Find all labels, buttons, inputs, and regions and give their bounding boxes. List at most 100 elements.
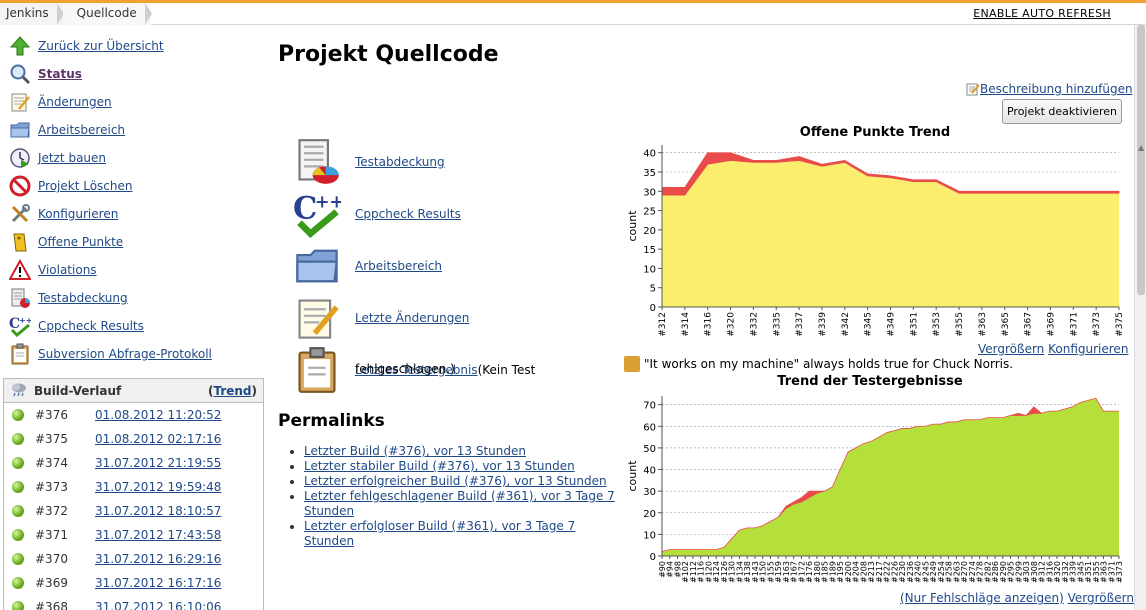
project-action-link[interactable]: Cppcheck Results: [355, 207, 461, 221]
build-date-link[interactable]: 31.07.2012 16:29:16: [95, 552, 221, 566]
build-date-link[interactable]: 31.07.2012 18:10:57: [95, 504, 221, 518]
sidebar-item-label[interactable]: Offene Punkte: [38, 235, 123, 249]
folder-icon[interactable]: [8, 118, 32, 142]
permalink-link[interactable]: Letzter stabiler Build (#376), vor 13 St…: [304, 459, 575, 473]
sidebar-item-label[interactable]: Arbeitsbereich: [38, 123, 125, 137]
enable-auto-refresh-link[interactable]: ENABLE AUTO REFRESH: [973, 7, 1111, 20]
no-entry-icon[interactable]: [8, 174, 32, 198]
open-items-trend-chart[interactable]: 0 5 10 15 20 25 30 35 40 #312 #314 #316 #320 #332 #335…: [624, 142, 1125, 342]
sidebar-item-label[interactable]: Änderungen: [38, 95, 112, 109]
breadcrumb-jenkins[interactable]: Jenkins: [0, 3, 64, 25]
permalink-item: Letzter erfolgloser Build (#361), vor 3 …: [304, 519, 624, 549]
sidebar-item-label[interactable]: Status: [38, 67, 82, 81]
svg-text:C: C: [293, 190, 317, 226]
chart2-enlarge-link[interactable]: Vergrößern: [1068, 591, 1134, 605]
sidebar-item-label[interactable]: Konfigurieren: [38, 207, 118, 221]
permalink-link[interactable]: Letzter erfolgloser Build (#361), vor 3 …: [304, 519, 575, 548]
sidebar-item[interactable]: Zurück zur Übersicht: [0, 32, 265, 60]
build-date-link[interactable]: 01.08.2012 02:17:16: [95, 432, 221, 446]
permalink-link[interactable]: Letzter Build (#376), vor 13 Stunden: [304, 444, 526, 458]
vertical-scrollbar[interactable]: ▲: [1134, 25, 1146, 610]
project-action-note: fehlgeschlagen.): [355, 362, 455, 376]
x-tick-label: #373: [1115, 561, 1124, 583]
permalink-link[interactable]: Letzter fehlgeschlagener Build (#361), v…: [304, 489, 615, 518]
clipboard-icon[interactable]: [293, 346, 341, 394]
build-number: #373: [35, 480, 68, 494]
edit-description-icon: [966, 83, 980, 96]
chart2-links: (Nur Fehlschläge anzeigen) Vergrößern: [900, 591, 1134, 605]
sidebar-item[interactable]: Konfigurieren: [0, 200, 265, 228]
add-description[interactable]: Beschreibung hinzufügen: [966, 82, 1133, 96]
svg-text:++: ++: [315, 192, 341, 212]
x-tick-label: #314: [681, 312, 691, 337]
scrollbar-thumb[interactable]: [1137, 25, 1145, 295]
sidebar-item[interactable]: Subversion Abfrage-Protokoll: [0, 340, 265, 368]
deactivate-project-button[interactable]: Projekt deaktivieren: [1002, 99, 1122, 124]
sidebar-item[interactable]: Jetzt bauen: [0, 144, 265, 172]
build-number: #376: [35, 408, 68, 422]
build-date-link[interactable]: 31.07.2012 16:17:16: [95, 576, 221, 590]
clipboard-icon[interactable]: [8, 342, 32, 366]
sidebar-item[interactable]: Violations: [0, 256, 265, 284]
build-date-link[interactable]: 31.07.2012 17:43:58: [95, 528, 221, 542]
sidebar-item-label[interactable]: Testabdeckung: [38, 291, 128, 305]
build-number: #374: [35, 456, 68, 470]
coverage-report-icon[interactable]: [293, 138, 341, 186]
clock-play-icon[interactable]: [8, 146, 32, 170]
sidebar-item-label[interactable]: Projekt Löschen: [38, 179, 132, 193]
x-tick-label: #367: [1024, 312, 1034, 337]
chart1-enlarge-link[interactable]: Vergrößern: [978, 342, 1044, 356]
test-results-trend-chart[interactable]: 010203040506070#90#94#98#102#112#116#120…: [624, 392, 1124, 592]
sidebar-item[interactable]: Änderungen: [0, 88, 265, 116]
coverage-icon[interactable]: [8, 286, 32, 310]
chart1-title: Offene Punkte Trend: [799, 125, 951, 140]
build-number: #372: [35, 504, 68, 518]
weather-icon: [10, 381, 28, 400]
cpp-check-icon[interactable]: C++: [293, 190, 344, 239]
tag-icon[interactable]: [8, 230, 32, 254]
y-tick-label: 70: [643, 401, 656, 412]
sidebar-item[interactable]: Testabdeckung: [0, 284, 265, 312]
breadcrumb-quellcode[interactable]: Quellcode: [62, 3, 152, 25]
sidebar-item[interactable]: Status: [0, 60, 265, 88]
chart2-failures-only-link[interactable]: (Nur Fehlschläge anzeigen): [900, 591, 1064, 605]
success-ball-icon: [12, 481, 24, 493]
sidebar-item-label[interactable]: Cppcheck Results: [38, 319, 144, 333]
add-description-link[interactable]: Beschreibung hinzufügen: [980, 82, 1133, 96]
build-date-link[interactable]: 31.07.2012 19:59:48: [95, 480, 221, 494]
x-tick-label: #353: [932, 312, 942, 337]
sidebar-item-label[interactable]: Violations: [38, 263, 97, 277]
magnifier-icon[interactable]: [8, 62, 32, 86]
sidebar-item[interactable]: Offene Punkte: [0, 228, 265, 256]
project-action-link[interactable]: Testabdeckung: [355, 155, 445, 169]
chart1-configure-link[interactable]: Konfigurieren: [1048, 342, 1128, 356]
project-action-link[interactable]: Letzte Änderungen: [355, 311, 469, 325]
build-date-link[interactable]: 31.07.2012 21:19:55: [95, 456, 221, 470]
sidebar-item-label[interactable]: Jetzt bauen: [38, 151, 106, 165]
project-action-link[interactable]: Arbeitsbereich: [355, 259, 442, 273]
tools-icon[interactable]: [8, 202, 32, 226]
sidebar-item[interactable]: C ++ Cppcheck Results: [0, 312, 265, 340]
cpp-check-icon[interactable]: C++: [8, 314, 32, 338]
sidebar-item-label[interactable]: Subversion Abfrage-Protokoll: [38, 347, 212, 361]
build-number: #369: [35, 576, 68, 590]
x-tick-label: #316: [704, 312, 714, 337]
permalinks-list: Letzter Build (#376), vor 13 StundenLetz…: [304, 444, 624, 549]
scroll-arrow-icon[interactable]: ▲: [1138, 143, 1144, 152]
build-history-row: #373 31.07.2012 19:59:48: [4, 475, 263, 499]
x-tick-label: #339: [818, 312, 828, 337]
notepad-icon[interactable]: [293, 294, 341, 342]
up-arrow-icon[interactable]: [8, 34, 32, 58]
sidebar-item[interactable]: Arbeitsbereich: [0, 116, 265, 144]
sidebar-item-label[interactable]: Zurück zur Übersicht: [38, 39, 164, 53]
y-axis-label: count: [626, 210, 639, 242]
y-tick-label: 35: [643, 168, 656, 179]
warning-icon[interactable]: [8, 258, 32, 282]
build-date-link[interactable]: 01.08.2012 11:20:52: [95, 408, 221, 422]
sidebar-item[interactable]: Projekt Löschen: [0, 172, 265, 200]
notepad-icon[interactable]: [8, 90, 32, 114]
permalink-link[interactable]: Letzter erfolgreicher Build (#376), vor …: [304, 474, 607, 488]
trend-link[interactable]: Trend: [213, 384, 251, 398]
folder-icon[interactable]: [293, 242, 341, 290]
build-date-link[interactable]: 31.07.2012 16:10:06: [95, 600, 221, 610]
